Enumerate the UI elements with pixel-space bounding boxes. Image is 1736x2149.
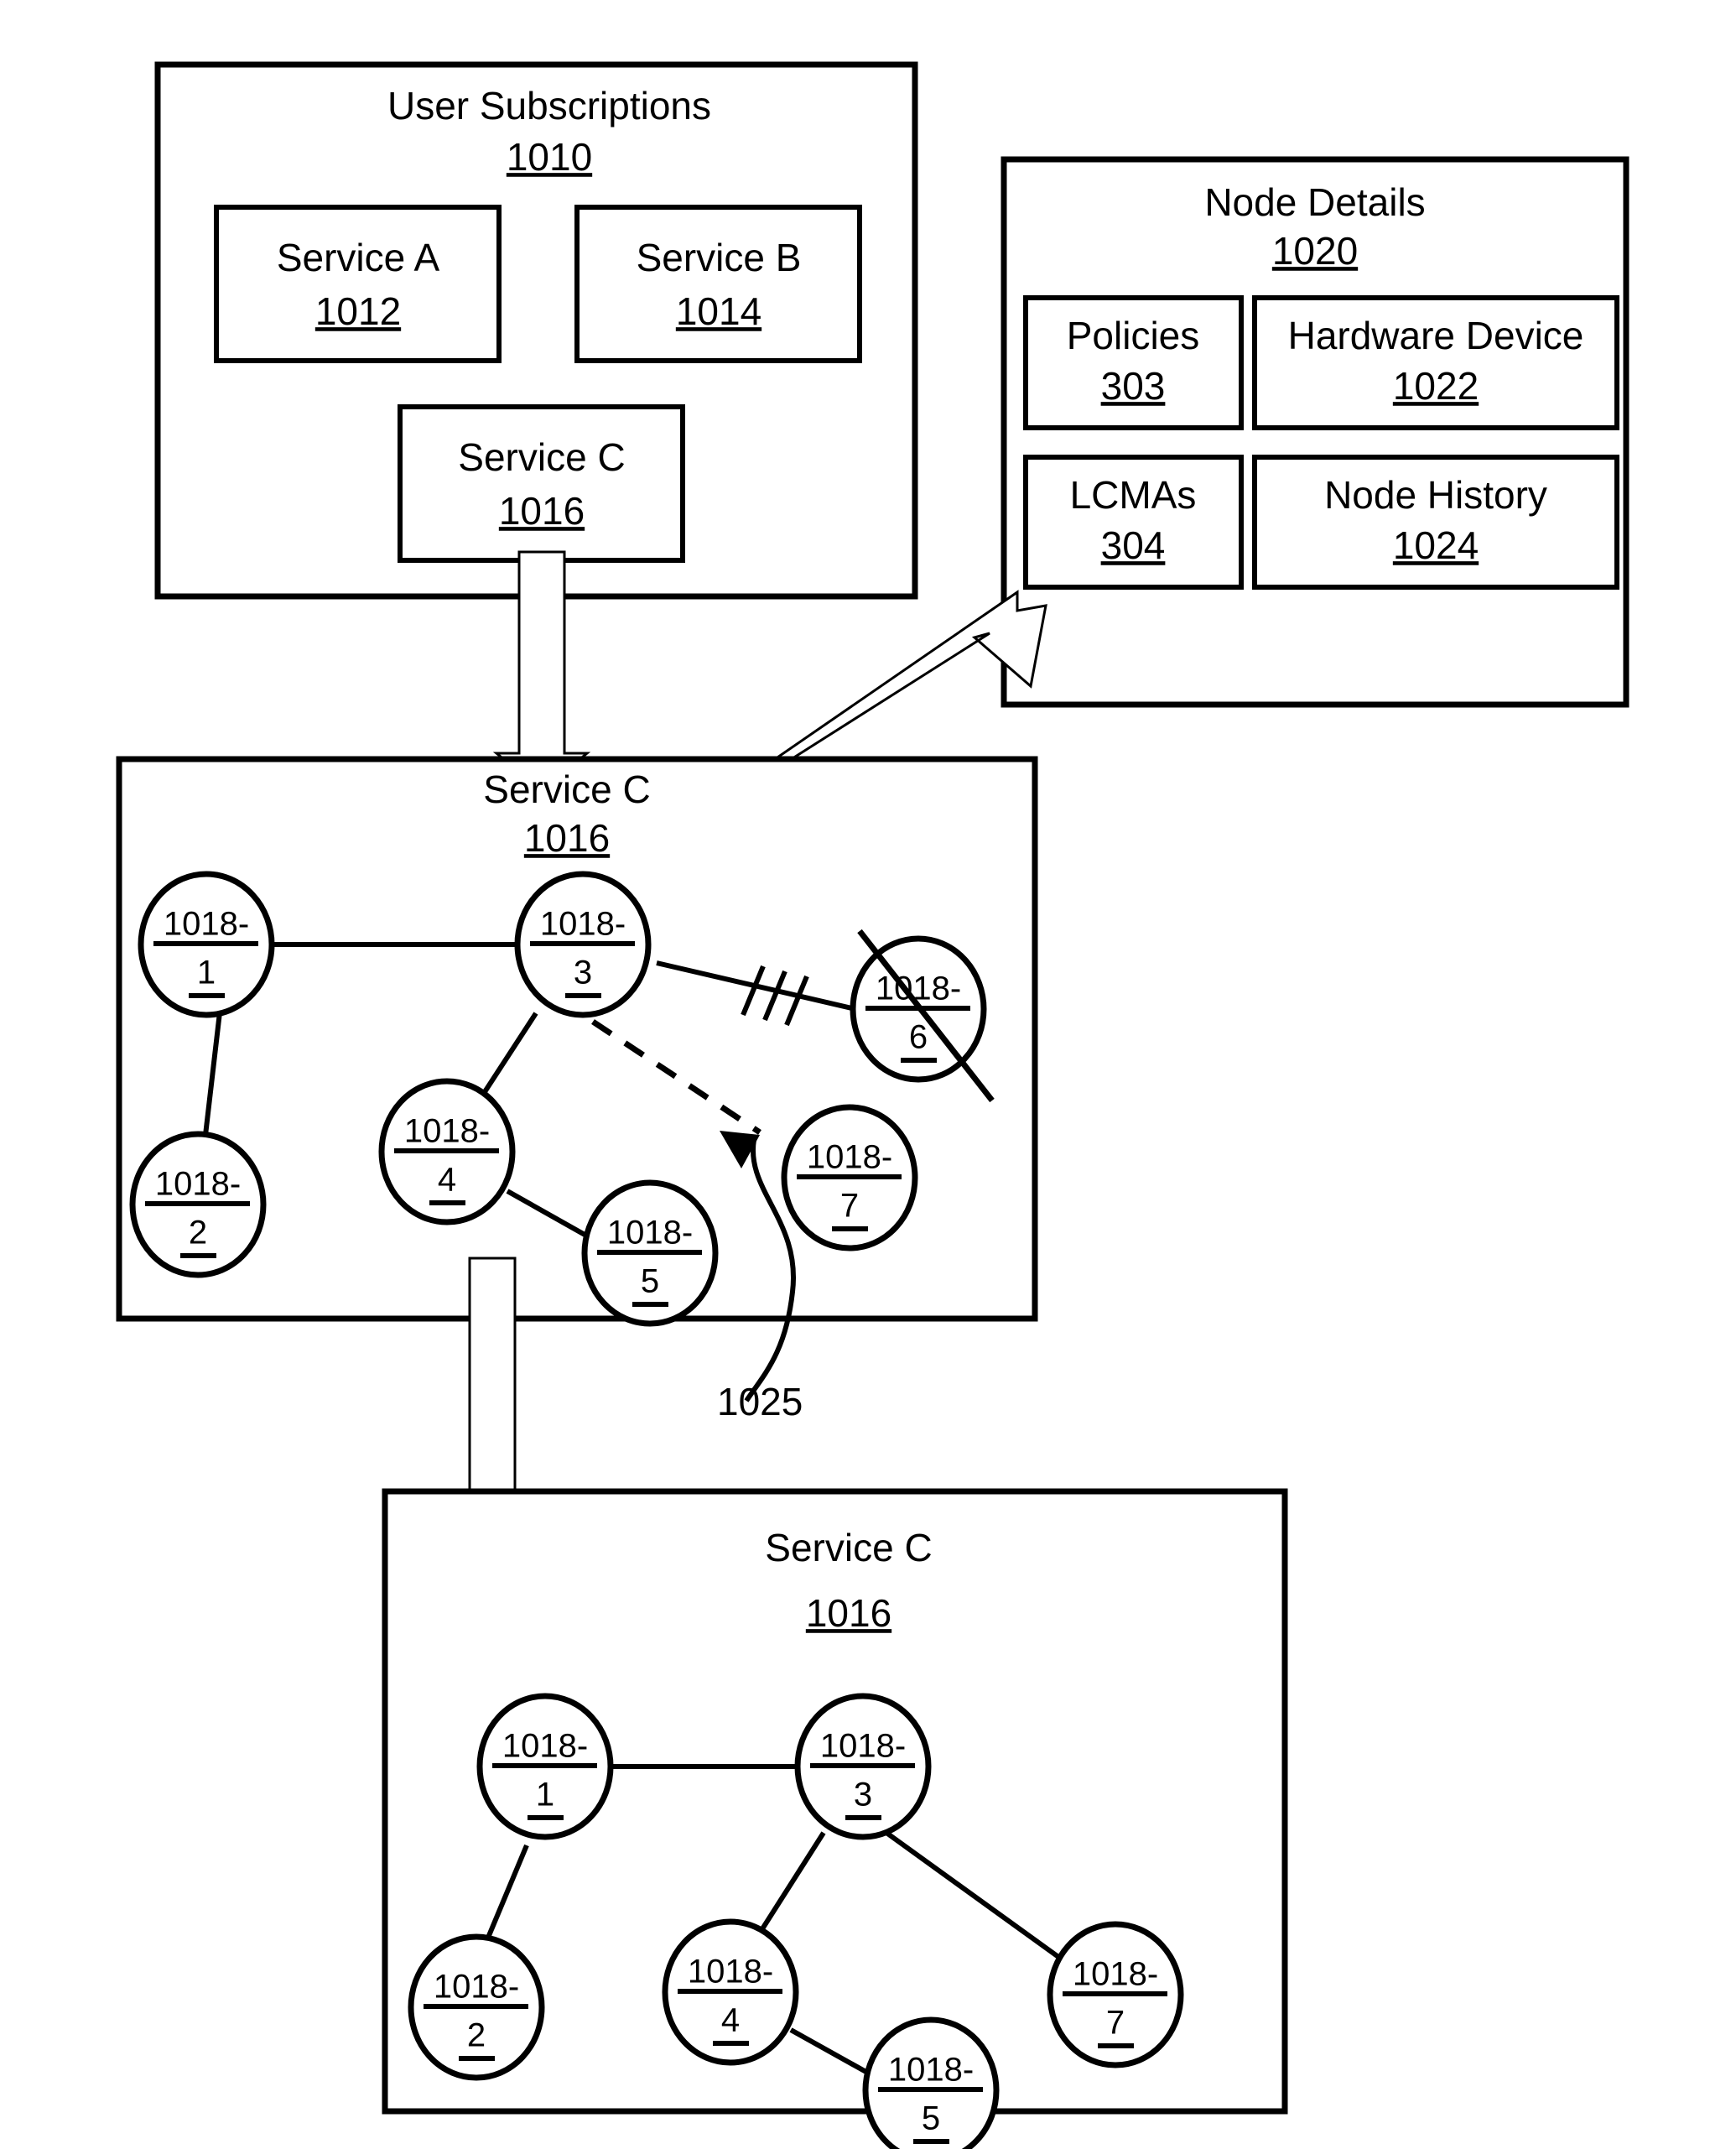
service-b-ref: 1014: [676, 289, 761, 333]
node-1018-1-after-suffix: 1: [536, 1777, 554, 1813]
node-1018-4-before-prefix: 1018-: [404, 1113, 490, 1150]
node-1018-4-before-suffix: 4: [438, 1162, 456, 1199]
service-c-before-title: Service C: [483, 768, 650, 811]
node-1018-3-after-suffix: 3: [854, 1777, 872, 1813]
node-1018-5-after-suffix: 5: [922, 2100, 940, 2137]
node-history-title: Node History: [1324, 473, 1547, 517]
service-b-title: Service B: [637, 236, 802, 279]
node-1018-1-before-suffix: 1: [197, 955, 216, 991]
user-subscriptions-ref: 1010: [507, 135, 592, 179]
service-c-before-ref: 1016: [524, 816, 610, 860]
policies-ref: 303: [1101, 364, 1166, 408]
policies-title: Policies: [1067, 314, 1200, 357]
service-c-box-top[interactable]: [398, 404, 685, 563]
node-1018-5-after-prefix: 1018-: [888, 2052, 974, 2089]
node-1018-7-after-suffix: 7: [1106, 2005, 1125, 2042]
user-subscriptions-title: User Subscriptions: [387, 84, 711, 127]
node-1018-7-after-prefix: 1018-: [1073, 1956, 1158, 1993]
node-1018-3-after-prefix: 1018-: [820, 1728, 906, 1765]
node-1018-2-after-prefix: 1018-: [434, 1969, 519, 2006]
node-1018-3-before-prefix: 1018-: [540, 906, 626, 943]
node-1018-1-after-prefix: 1018-: [502, 1728, 588, 1765]
node-details-title: Node Details: [1204, 180, 1425, 224]
node-1018-4-after-suffix: 4: [721, 2002, 740, 2039]
hardware-device-ref: 1022: [1393, 364, 1479, 408]
service-c-top-ref: 1016: [499, 489, 585, 533]
node-1018-5-before-suffix: 5: [641, 1263, 659, 1300]
node-1018-7-before-suffix: 7: [840, 1188, 859, 1225]
lcmas-ref: 304: [1101, 523, 1166, 567]
node-1018-2-before-suffix: 2: [189, 1215, 207, 1251]
node-1018-2-before-prefix: 1018-: [155, 1166, 241, 1203]
node-history-ref: 1024: [1393, 523, 1479, 567]
service-c-after-ref: 1016: [806, 1591, 891, 1635]
node-1018-2-after-suffix: 2: [467, 2017, 486, 2054]
service-a-ref: 1012: [315, 289, 401, 333]
annotation-1025-label: 1025: [717, 1380, 803, 1423]
patent-figure: User Subscriptions 1010 Service A 1012 S…: [116, 61, 1629, 2149]
node-1018-3-before-suffix: 3: [574, 955, 592, 991]
service-a-title: Service A: [277, 236, 440, 279]
node-1018-5-before-prefix: 1018-: [607, 1215, 693, 1251]
node-1018-7-before-prefix: 1018-: [807, 1139, 892, 1176]
hardware-device-title: Hardware Device: [1288, 314, 1584, 357]
node-1018-6-before-suffix: 6: [909, 1019, 928, 1056]
service-a-box[interactable]: [214, 205, 502, 363]
figure-canvas: User Subscriptions 1010 Service A 1012 S…: [0, 0, 1736, 2149]
service-c-after-title: Service C: [765, 1526, 932, 1569]
service-c-top-title: Service C: [458, 435, 625, 479]
lcmas-title: LCMAs: [1070, 473, 1197, 517]
node-details-ref: 1020: [1272, 229, 1358, 273]
service-b-box[interactable]: [574, 205, 862, 363]
node-1018-4-after-prefix: 1018-: [688, 1954, 773, 1990]
node-1018-1-before-prefix: 1018-: [164, 906, 249, 943]
